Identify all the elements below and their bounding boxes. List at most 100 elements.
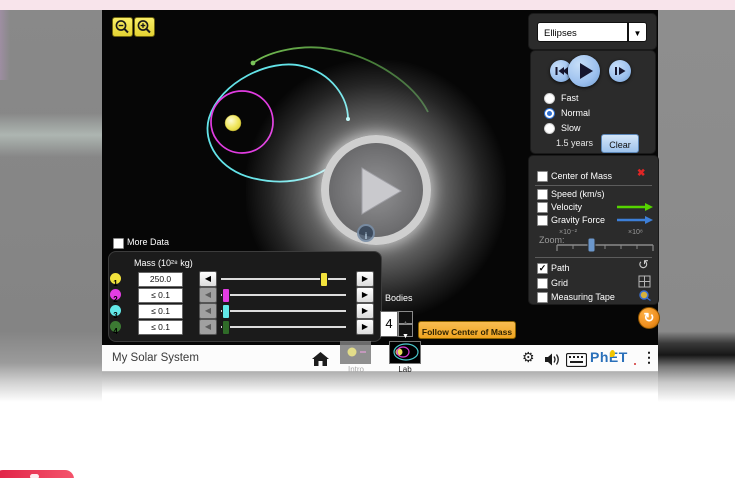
center-of-mass-label[interactable]: Center of Mass [551,171,612,181]
sound-icon[interactable] [545,353,562,366]
bodies-value: 4 [385,316,392,331]
home-icon[interactable] [312,352,329,367]
velocity-label[interactable]: Velocity [551,202,582,212]
mass2-value: ≤ 0.1 [138,288,183,303]
more-data-label[interactable]: More Data [127,237,169,247]
preset-dropdown-value: Ellipses [538,28,577,39]
preset-dropdown-arrow-button[interactable]: ▼ [628,22,647,42]
mass1-slider-handle[interactable] [320,272,328,287]
bodies-value-box: 4 [380,311,398,337]
step-forward-icon [609,60,631,82]
sim-navbar: My Solar System ⚙ PhET ⋮ [102,345,658,372]
preset-dropdown-panel: Ellipses ▼ [528,13,657,50]
play-overlay-triangle[interactable] [352,158,412,224]
reset-icon: ↻ [644,310,655,325]
tab-intro-label[interactable]: Intro [338,365,374,374]
mass4-decrement-button[interactable]: ◀ [199,319,217,335]
path-label[interactable]: Path [551,263,570,273]
bodies-label: Bodies [385,293,413,303]
left-column-light-band [0,113,102,157]
mass3-slider-track[interactable] [221,310,346,312]
elapsed-time: 1.5 years [556,138,593,148]
mass1-increment-button[interactable]: ▶ [356,271,374,287]
clear-button-label: Clear [609,140,631,150]
reset-all-button[interactable]: ↻ [638,307,660,329]
zoom-slider[interactable] [555,236,659,254]
follow-center-of-mass-button[interactable]: Follow Center of Mass [418,321,516,339]
corner-red-button-glyph [30,474,39,478]
measuring-tape-label[interactable]: Measuring Tape [551,292,615,302]
mass2-decrement-button[interactable]: ◀ [199,287,217,303]
mass3-increment-button[interactable]: ▶ [356,303,374,319]
bodies-increment-button[interactable]: ▲ [398,311,413,324]
path-redraw-icon: ↺ [638,257,649,273]
follow-center-of-mass-label: Follow Center of Mass [422,327,512,337]
velocity-checkbox[interactable] [537,202,548,213]
radio-slow-label[interactable]: Slow [561,123,581,133]
playback-panel: Fast Normal Slow 1.5 years Clear [530,50,656,154]
body4-badge: 4 [110,321,121,332]
mass1-decrement-button[interactable]: ◀ [199,271,217,287]
mass2-slider-handle[interactable] [222,288,230,303]
dropdown-arrow-icon: ▼ [634,29,642,38]
gravity-force-checkbox[interactable] [537,215,548,226]
preset-dropdown[interactable]: Ellipses [537,22,628,42]
mass-panel-title: Mass (10²⁸ kg) [134,258,193,268]
path-checkbox[interactable]: ✓ [537,263,548,274]
mass2-increment-button[interactable]: ▶ [356,287,374,303]
tab-intro[interactable] [340,341,371,364]
down-arrow-icon: ▼ [402,333,409,340]
radio-fast[interactable] [544,93,555,104]
preferences-gear-icon[interactable]: ⚙ [522,349,535,366]
body2-number: 2 [113,295,117,304]
grid-checkbox[interactable] [537,278,548,289]
body3-number: 3 [113,311,117,320]
gravity-force-label[interactable]: Gravity Force [551,215,605,225]
bodies-decrement-button[interactable]: ▼ [398,324,413,337]
more-data-checkbox[interactable] [113,238,124,249]
center-of-mass-marker-icon: ✖ [637,168,645,179]
corner-red-button[interactable] [0,470,74,478]
body2-badge: 2 [110,289,121,300]
tab-lab[interactable] [389,341,421,364]
step-button[interactable] [609,60,631,82]
zoom-slider-handle [588,238,595,252]
grid-label[interactable]: Grid [551,278,568,288]
mass4-slider-track[interactable] [221,326,346,328]
mass3-decrement-button[interactable]: ◀ [199,303,217,319]
speed-label[interactable]: Speed (km/s) [551,189,605,199]
body1-badge: 1 [110,273,121,284]
body4-number: 4 [113,327,117,336]
keyboard-icon[interactable] [566,353,587,367]
mass4-increment-button[interactable]: ▶ [356,319,374,335]
play-button[interactable] [568,55,600,87]
sim-title: My Solar System [112,352,199,364]
radio-normal-label[interactable]: Normal [561,108,590,118]
body3-badge: 3 [110,305,121,316]
measuring-tape-icon [639,290,651,301]
zoom-out-button[interactable] [112,17,133,37]
check-icon: ✓ [539,263,547,273]
menu-dots-icon[interactable]: ⋮ [642,349,656,366]
tab-lab-label[interactable]: Lab [387,365,423,374]
speed-checkbox[interactable] [537,189,548,200]
left-gray-column [0,10,102,402]
radio-fast-label[interactable]: Fast [561,93,579,103]
body1-number: 1 [113,279,117,288]
center-of-mass-checkbox[interactable] [537,171,548,182]
play-icon [568,55,600,87]
zoom-in-button[interactable] [134,17,155,37]
clear-button[interactable]: Clear [601,134,639,153]
phet-logo-text: PhET [590,349,628,365]
info-icon[interactable]: i [357,224,375,242]
mass1-value: 250.0 [138,272,183,287]
mass2-slider-track[interactable] [221,294,346,296]
page: i Ellipses ▼ [0,0,735,478]
mass4-slider-handle[interactable] [222,320,230,335]
radio-normal[interactable] [544,108,555,119]
measuring-tape-checkbox[interactable] [537,292,548,303]
phet-logo[interactable]: PhET [590,349,638,368]
top-pink-strip [0,0,735,10]
radio-slow[interactable] [544,123,555,134]
mass3-slider-handle[interactable] [222,304,230,319]
